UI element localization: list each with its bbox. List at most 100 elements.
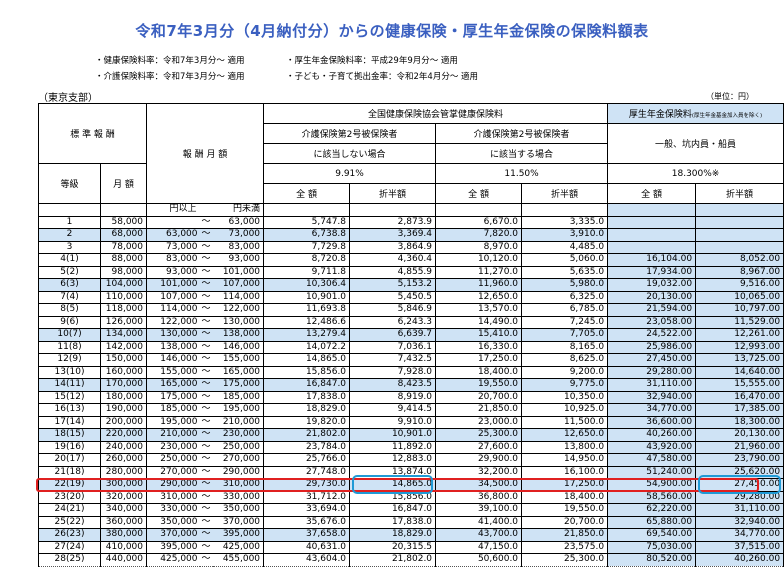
monthly-amount-cell: 170,000 bbox=[100, 378, 147, 392]
care-half-cell: 7,705.0 bbox=[521, 328, 609, 342]
monthly-amount-cell: 240,000 bbox=[100, 440, 147, 454]
no-care-full-cell: 5,747.8 bbox=[263, 215, 351, 229]
monthly-amount-cell: 98,000 bbox=[100, 265, 147, 279]
range-separator: ～ bbox=[199, 353, 213, 367]
range-separator: ～ bbox=[199, 490, 213, 504]
remuneration-monthly-header: 報 酬 月 額 bbox=[145, 103, 265, 204]
upper-bound-cell: 270,000 bbox=[212, 453, 265, 467]
pension-full-cell: 21,594.00 bbox=[607, 303, 697, 317]
grade-cell: 3 bbox=[38, 240, 101, 254]
pension-half-cell: 9,516.00 bbox=[695, 278, 784, 292]
grade-cell: 18(15) bbox=[38, 428, 101, 442]
blank-cell bbox=[100, 203, 147, 216]
pension-half-cell: 27,450.00 bbox=[695, 478, 784, 492]
table-row: 18(15) 220,000 210,000 ～ 230,000 21,802.0 10,9… bbox=[38, 428, 784, 442]
no-care-half-cell: 7,036.1 bbox=[349, 340, 437, 354]
monthly-amount-cell: 78,000 bbox=[100, 240, 147, 254]
unit-label: （単位：円） bbox=[706, 92, 754, 101]
care-full-cell: 23,000.0 bbox=[435, 415, 523, 429]
lower-bound-cell: 395,000 bbox=[146, 540, 200, 554]
grade-cell: 7(4) bbox=[38, 290, 101, 304]
pension-half-cell: 25,620.00 bbox=[695, 465, 784, 479]
pension-half-cell: 21,960.00 bbox=[695, 440, 784, 454]
lower-bound-cell: 93,000 bbox=[146, 265, 200, 279]
monthly-amount-cell: 340,000 bbox=[100, 503, 147, 517]
no-care-full-cell: 19,820.0 bbox=[263, 415, 351, 429]
table-row: 3 78,000 73,000 ～ 83,000 7,729.8 3,864.9 8,970.… bbox=[38, 240, 784, 254]
monthly-amount-cell: 280,000 bbox=[100, 465, 147, 479]
pension-full-cell: 36,600.00 bbox=[607, 415, 697, 429]
lower-bound-cell: 270,000 bbox=[146, 465, 200, 479]
table-row: 4(1) 88,000 83,000 ～ 93,000 8,720.8 4,360.4 10,… bbox=[38, 253, 784, 267]
pension-full-cell: 47,580.00 bbox=[607, 453, 697, 467]
lower-bound-cell: 114,000 bbox=[146, 303, 200, 317]
monthly-amount-cell: 220,000 bbox=[100, 428, 147, 442]
monthly-amount-cell: 440,000 bbox=[100, 553, 147, 567]
pension-full-cell: 29,280.00 bbox=[607, 365, 697, 379]
monthly-amount-cell: 380,000 bbox=[100, 528, 147, 542]
standard-remuneration-header: 標 準 報 酬 bbox=[38, 103, 147, 164]
no-care-full-cell: 16,847.0 bbox=[263, 378, 351, 392]
monthly-amount-cell: 134,000 bbox=[100, 328, 147, 342]
table-row: 12(9) 150,000 146,000 ～ 155,000 14,865.0 7,432… bbox=[38, 353, 784, 367]
pension-full-cell: 62,220.00 bbox=[607, 503, 697, 517]
grade-cell: 28(25) bbox=[38, 553, 101, 567]
care-half-cell: 8,165.0 bbox=[521, 340, 609, 354]
range-separator: ～ bbox=[199, 428, 213, 442]
care-full-cell: 47,150.0 bbox=[435, 540, 523, 554]
range-separator: ～ bbox=[199, 390, 213, 404]
no-care-half-cell: 10,901.0 bbox=[349, 428, 437, 442]
table-row: 10(7) 134,000 130,000 ～ 138,000 13,279.4 6,639… bbox=[38, 328, 784, 342]
table-row: 5(2) 98,000 93,000 ～ 101,000 9,711.8 4,855.9 11… bbox=[38, 265, 784, 279]
blank-cell bbox=[38, 203, 101, 216]
pension-full-cell: 65,880.00 bbox=[607, 515, 697, 529]
upper-bound-cell: 122,000 bbox=[212, 303, 265, 317]
grade-cell: 24(21) bbox=[38, 503, 101, 517]
no-care-header-line2: に該当しない場合 bbox=[263, 143, 437, 164]
table-row: 27(24) 410,000 395,000 ～ 425,000 40,631.0 20,3… bbox=[38, 540, 784, 554]
grade-cell: 22(19) bbox=[38, 478, 101, 492]
note-health-rate: ・健康保険料率：令和7年3月分～ 適用 bbox=[95, 56, 245, 66]
table-row: 21(18) 280,000 270,000 ～ 290,000 27,748.0 13,8… bbox=[38, 465, 784, 479]
no-care-half-cell: 5,846.9 bbox=[349, 303, 437, 317]
grade-cell: 14(11) bbox=[38, 378, 101, 392]
care-full-cell: 11,960.0 bbox=[435, 278, 523, 292]
care-half-cell: 19,550.0 bbox=[521, 503, 609, 517]
lower-bound-cell: 330,000 bbox=[146, 503, 200, 517]
care-half-cell: 8,625.0 bbox=[521, 353, 609, 367]
pension-half-cell: 17,385.00 bbox=[695, 403, 784, 417]
table-row: 14(11) 170,000 165,000 ～ 175,000 16,847.0 8,42… bbox=[38, 378, 784, 392]
pension-half-cell: 14,640.00 bbox=[695, 365, 784, 379]
upper-bound-cell: 107,000 bbox=[212, 278, 265, 292]
half-header: 折半額 bbox=[349, 183, 437, 204]
table-row: 11(8) 142,000 138,000 ～ 146,000 14,072.2 7,036… bbox=[38, 340, 784, 354]
premium-table: 標 準 報 酬 報 酬 月 額 全国健康保険協会管掌健康保険料 厚生年金保険料(… bbox=[38, 103, 784, 567]
upper-bound-cell: 230,000 bbox=[212, 428, 265, 442]
note-child-rate: ・子ども・子育て拠出金率：令和2年4月分～ 適用 bbox=[286, 72, 479, 82]
no-care-full-cell: 10,306.4 bbox=[263, 278, 351, 292]
care-full-cell: 50,600.0 bbox=[435, 553, 523, 567]
branch-label: （東京支部） bbox=[38, 93, 98, 104]
rate-care: 11.50% bbox=[435, 163, 609, 184]
no-care-header-line1: 介護保険第2号被保険者 bbox=[263, 123, 437, 144]
grade-cell: 8(5) bbox=[38, 303, 101, 317]
pension-half-cell bbox=[695, 215, 784, 229]
pension-half-cell: 15,555.00 bbox=[695, 378, 784, 392]
lower-bound-cell: 122,000 bbox=[146, 315, 200, 329]
upper-bound-cell: 93,000 bbox=[212, 253, 265, 267]
care-full-cell: 17,250.0 bbox=[435, 353, 523, 367]
pension-half-cell: 18,300.00 bbox=[695, 415, 784, 429]
care-full-cell: 8,970.0 bbox=[435, 240, 523, 254]
pension-half-cell: 29,280.00 bbox=[695, 490, 784, 504]
no-care-full-cell: 31,712.0 bbox=[263, 490, 351, 504]
pension-full-cell bbox=[607, 240, 697, 254]
table-row: 7(4) 110,000 107,000 ～ 114,000 10,901.0 5,450.… bbox=[38, 290, 784, 304]
pension-full-cell: 31,110.00 bbox=[607, 378, 697, 392]
care-header-line2: に該当する場合 bbox=[435, 143, 609, 164]
pension-full-cell: 34,770.00 bbox=[607, 403, 697, 417]
care-half-cell: 3,335.0 bbox=[521, 215, 609, 229]
range-separator: ～ bbox=[199, 403, 213, 417]
blank-cell bbox=[607, 203, 697, 216]
pension-half-cell bbox=[695, 228, 784, 242]
no-care-full-cell: 29,730.0 bbox=[263, 478, 351, 492]
